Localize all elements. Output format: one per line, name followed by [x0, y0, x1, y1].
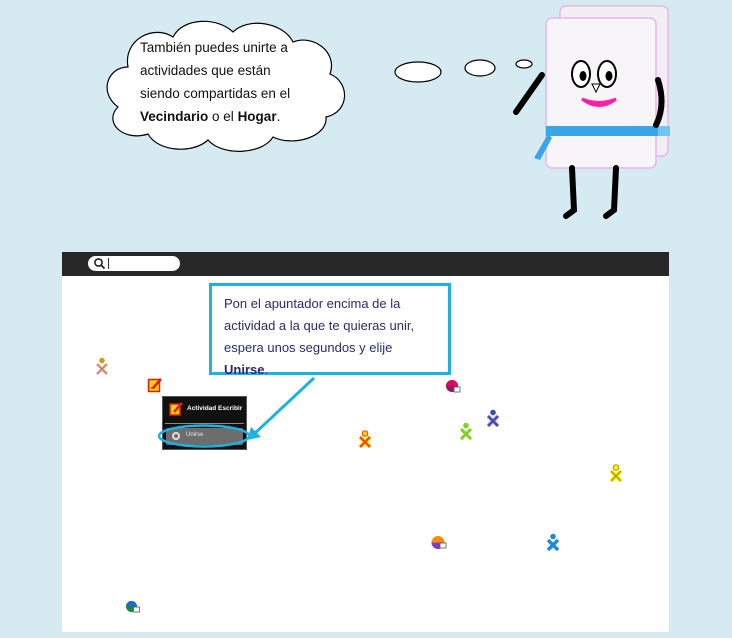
cloud-line-2: actividades que están: [140, 63, 271, 78]
callout-end: .: [264, 362, 269, 377]
cloud-line-3: siendo compartidas en el: [140, 86, 291, 101]
instruction-callout: Pon el apuntador encima de la actividad …: [209, 283, 451, 377]
cloud-line-4: Vecindario o el Hogar.: [140, 105, 330, 128]
cloud-mid: o el: [208, 109, 238, 124]
callout-line-1: Pon el apuntador encima de la: [224, 296, 401, 311]
callout-line-4: Unirse.: [224, 359, 436, 381]
join-highlight-ring: [157, 424, 251, 448]
neighborhood-view: Actividad Escribir Unirse Pon el apuntad…: [62, 252, 669, 632]
callout-bold-unirse: Unirse: [224, 362, 265, 377]
mascot-character: [513, 5, 670, 219]
callout-line-2: actividad a la que te quieras unir,: [224, 318, 415, 333]
palette-title: Actividad Escribir: [187, 405, 243, 412]
cloud-end: .: [276, 109, 281, 124]
callout-line-3: espera unos segundos y elije: [224, 340, 393, 355]
cloud-bold-hogar: Hogar: [237, 109, 277, 124]
write-activity-icon: [169, 402, 183, 416]
thought-cloud-text: También puedes unirte a actividades que …: [140, 36, 330, 128]
cloud-line-1: También puedes unirte a: [140, 40, 288, 55]
cloud-bold-vecindario: Vecindario: [140, 109, 209, 124]
